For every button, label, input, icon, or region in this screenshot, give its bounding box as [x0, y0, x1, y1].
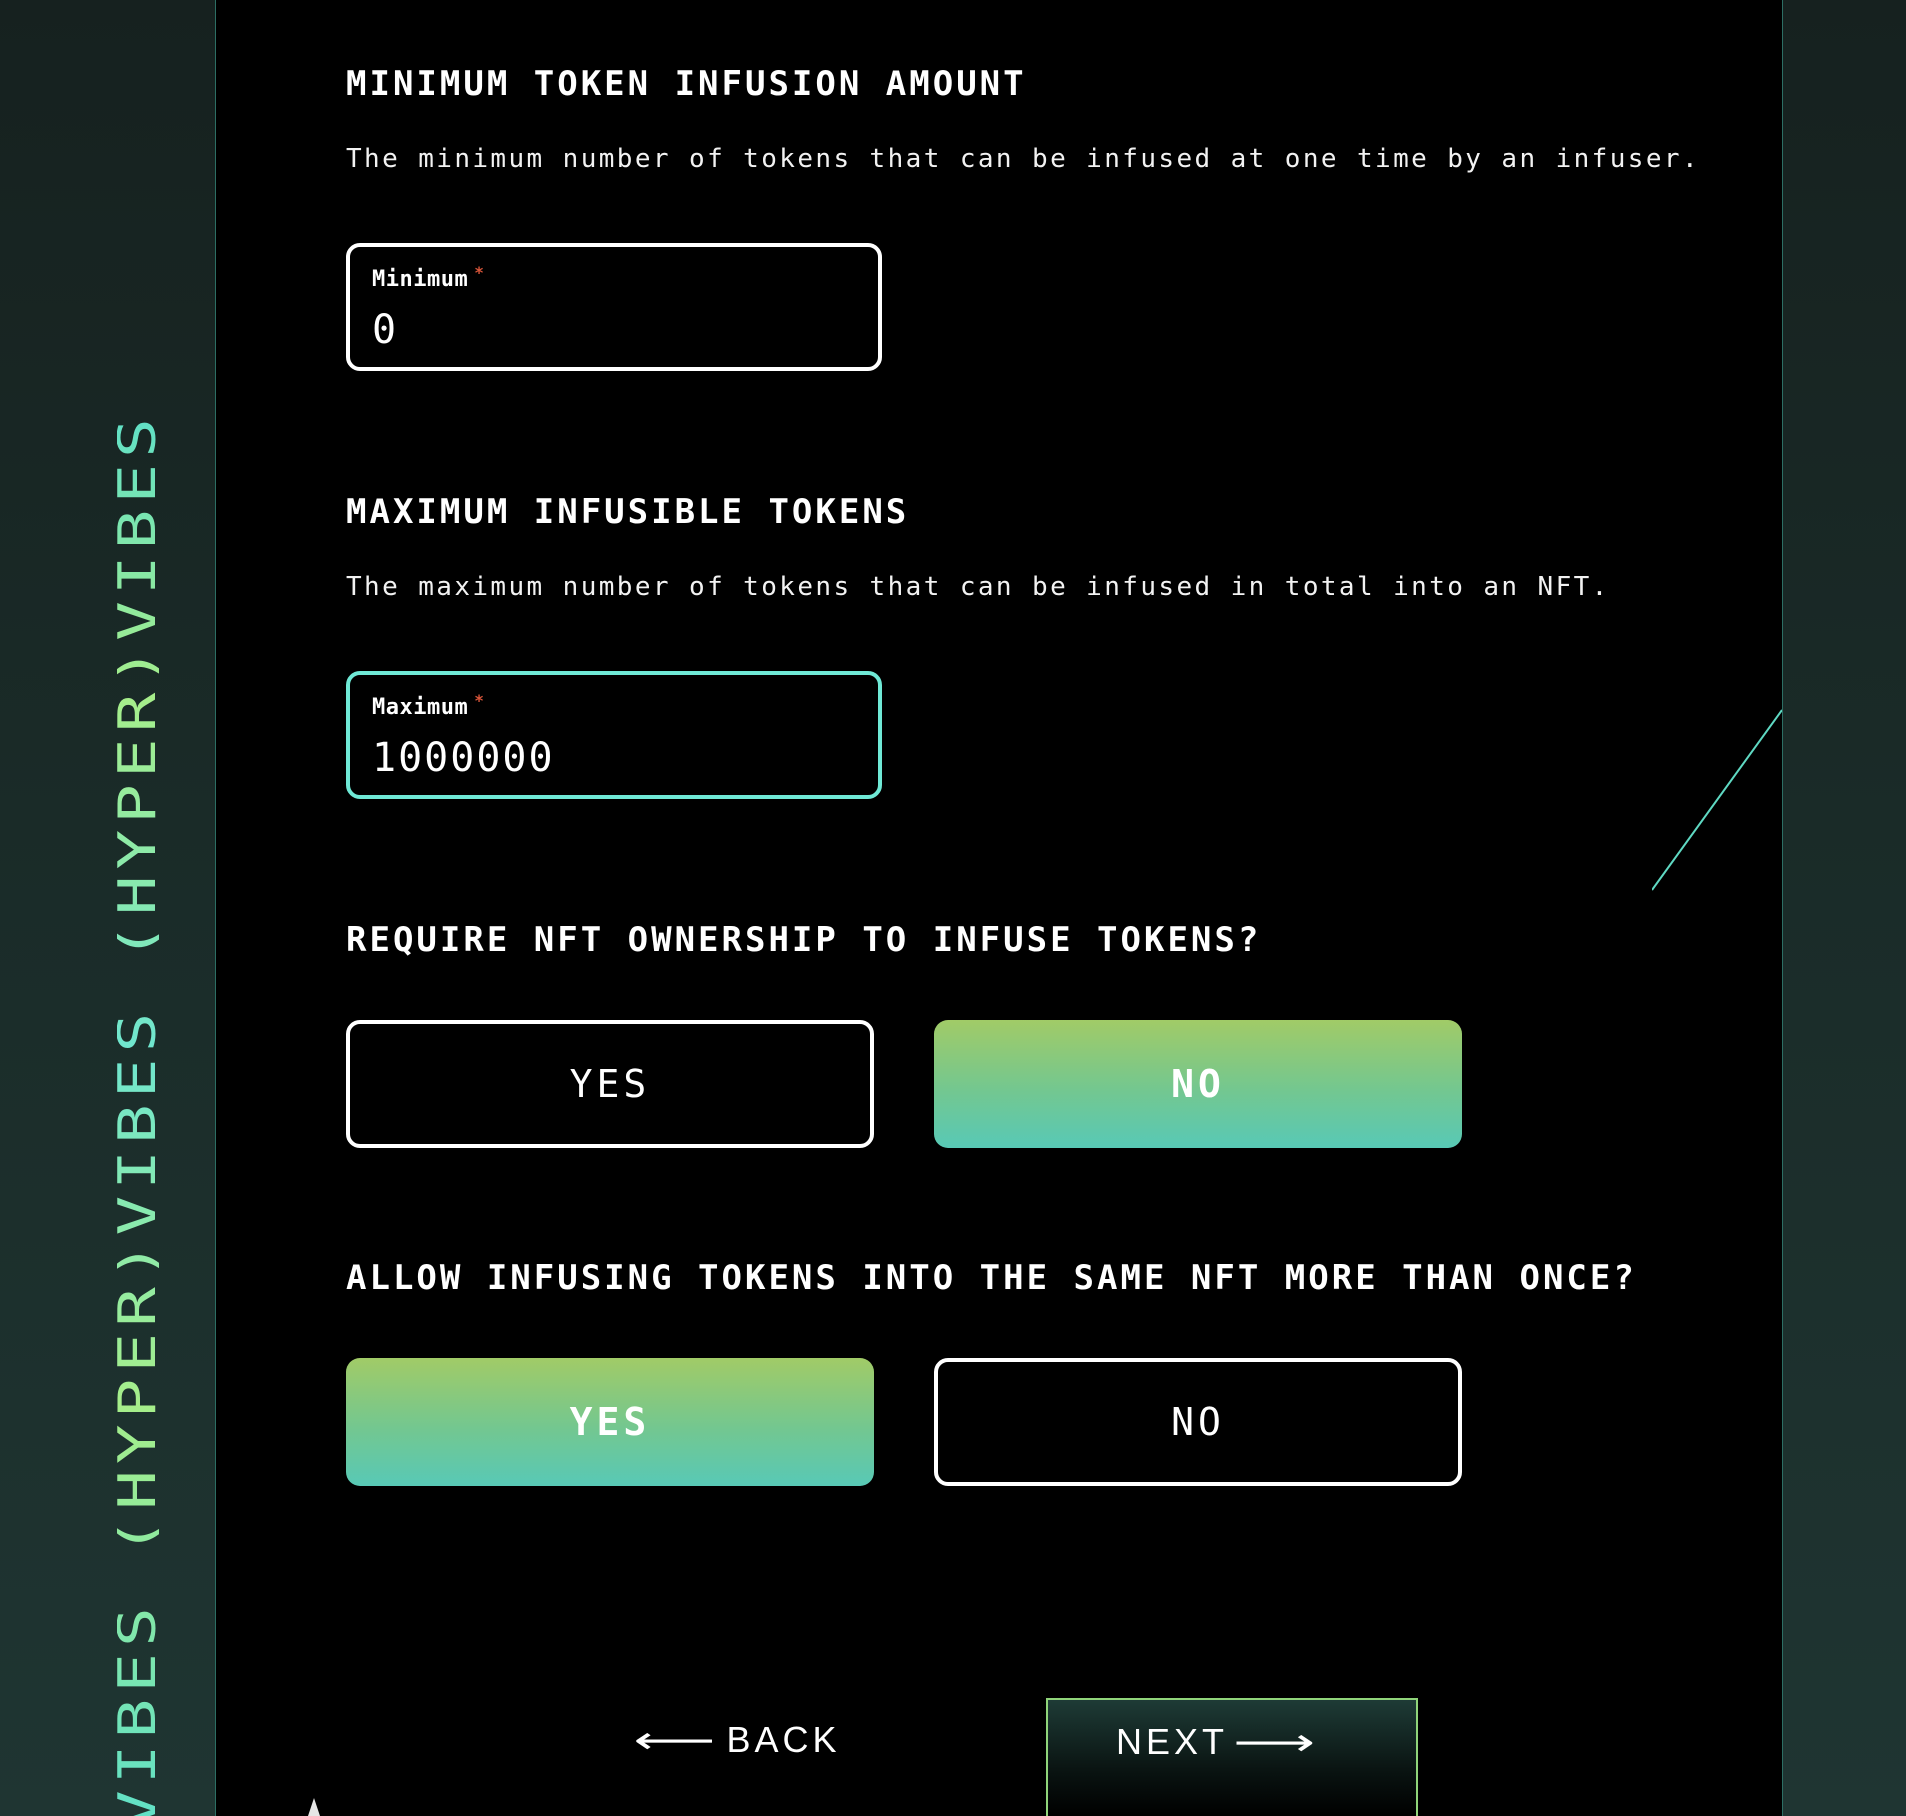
require-ownership-no-button[interactable]: NO [934, 1020, 1462, 1148]
required-mark: * [474, 263, 485, 282]
allow-multiple-yes-button[interactable]: YES [346, 1358, 874, 1486]
arrow-right-icon: ⟶ [1233, 1720, 1322, 1764]
min-infusion-desc-wrap: The minimum number of tokens that can be… [346, 144, 1700, 174]
maximum-field[interactable]: Maximum * 1000000 [346, 671, 882, 799]
allow-multiple-no-button[interactable]: NO [934, 1358, 1462, 1486]
max-infusible-heading: MAXIMUM INFUSIBLE TOKENS [346, 492, 910, 532]
decorative-line [1652, 709, 1782, 891]
min-infusion-section: MINIMUM TOKEN INFUSION AMOUNT [346, 64, 1027, 104]
require-ownership-section: REQUIRE NFT OWNERSHIP TO INFUSE TOKENS? [346, 920, 1261, 960]
require-ownership-yes-button[interactable]: YES [346, 1020, 874, 1148]
minimum-field[interactable]: Minimum * 0 [346, 243, 882, 371]
form-panel: MINIMUM TOKEN INFUSION AMOUNT The minimu… [215, 0, 1783, 1816]
next-label: NEXT [1116, 1721, 1229, 1762]
back-button[interactable]: ⟵ BACK [633, 1718, 841, 1762]
arrow-left-icon: ⟵ [633, 1718, 722, 1762]
allow-multiple-heading: ALLOW INFUSING TOKENS INTO THE SAME NFT … [346, 1258, 1637, 1298]
minimum-field-label: Minimum * [372, 263, 485, 292]
allow-multiple-section: ALLOW INFUSING TOKENS INTO THE SAME NFT … [346, 1258, 1637, 1298]
minimum-input[interactable]: 0 [372, 307, 398, 353]
caret-icon [308, 1798, 320, 1816]
required-mark: * [474, 691, 485, 710]
require-ownership-heading: REQUIRE NFT OWNERSHIP TO INFUSE TOKENS? [346, 920, 1262, 960]
page: VIBES (HYPER)VIBES (HYPER)VIBES MINIMUM … [0, 0, 1906, 1816]
min-infusion-heading: MINIMUM TOKEN INFUSION AMOUNT [346, 64, 1027, 104]
max-infusible-desc-wrap: The maximum number of tokens that can be… [346, 572, 1610, 602]
next-button-content[interactable]: NEXT ⟶ [1116, 1720, 1315, 1764]
max-infusible-description: The maximum number of tokens that can be… [346, 572, 1610, 602]
back-label: BACK [726, 1719, 841, 1760]
maximum-input[interactable]: 1000000 [372, 735, 555, 781]
maximum-field-label: Maximum * [372, 691, 485, 720]
brand-strip: VIBES (HYPER)VIBES (HYPER)VIBES [0, 0, 215, 1816]
brand-vertical-text: VIBES (HYPER)VIBES (HYPER)VIBES [108, 412, 168, 1816]
max-infusible-section: MAXIMUM INFUSIBLE TOKENS [346, 492, 909, 532]
min-infusion-description: The minimum number of tokens that can be… [346, 144, 1700, 174]
